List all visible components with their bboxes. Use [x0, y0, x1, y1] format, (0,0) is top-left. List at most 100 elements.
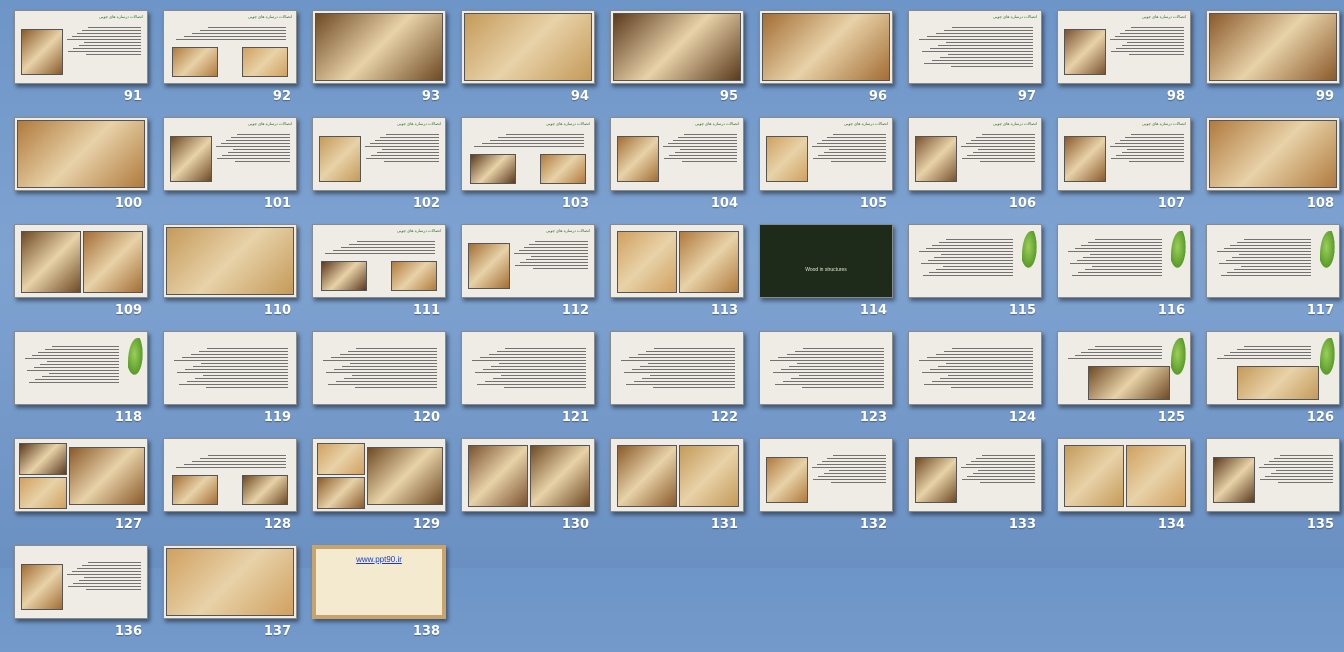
slide-preview[interactable] [610, 438, 744, 512]
slide-preview[interactable] [312, 438, 446, 512]
slide-preview[interactable]: اتصالات درسازه های چوبی [461, 224, 595, 298]
slide-preview[interactable] [312, 331, 446, 405]
slide-preview[interactable]: اتصالات درسازه های چوبی [312, 117, 446, 191]
slide-thumbnail-102[interactable]: اتصالات درسازه های چوبی 102 [312, 117, 448, 224]
slide-preview[interactable] [1057, 224, 1191, 298]
slide-preview[interactable] [14, 224, 148, 298]
slide-preview[interactable]: اتصالات درسازه های چوبی [908, 117, 1042, 191]
slide-image [1209, 13, 1337, 81]
slide-preview[interactable] [1206, 117, 1340, 191]
slide-thumbnail-123[interactable]: 123 [759, 331, 895, 438]
slide-thumbnail-110[interactable]: 110 [163, 224, 299, 331]
slide-preview[interactable]: اتصالات درسازه های چوبی [759, 117, 893, 191]
slide-thumbnail-133[interactable]: 133 [908, 438, 1044, 545]
slide-preview[interactable] [1057, 331, 1191, 405]
slide-thumbnail-137[interactable]: 137 [163, 545, 299, 652]
slide-thumbnail-118[interactable]: 118 [14, 331, 150, 438]
slide-thumbnail-94[interactable]: 94 [461, 10, 597, 117]
slide-preview[interactable] [163, 438, 297, 512]
slide-preview[interactable] [14, 331, 148, 405]
slide-preview[interactable] [14, 117, 148, 191]
slide-thumbnail-124[interactable]: 124 [908, 331, 1044, 438]
slide-preview[interactable]: اتصالات درسازه های چوبی [163, 117, 297, 191]
slide-thumbnail-122[interactable]: 122 [610, 331, 746, 438]
slide-preview[interactable] [163, 224, 297, 298]
slide-preview[interactable] [610, 224, 744, 298]
slide-thumbnail-115[interactable]: 115 [908, 224, 1044, 331]
slide-preview[interactable]: اتصالات درسازه های چوبی [610, 117, 744, 191]
slide-thumbnail-107[interactable]: اتصالات درسازه های چوبی 107 [1057, 117, 1193, 224]
slide-preview[interactable]: اتصالات درسازه های چوبی [312, 224, 446, 298]
slide-thumbnail-116[interactable]: 116 [1057, 224, 1193, 331]
slide-thumbnail-131[interactable]: 131 [610, 438, 746, 545]
website-link[interactable]: www.ppt90.ir [316, 555, 442, 564]
slide-thumbnail-120[interactable]: 120 [312, 331, 448, 438]
slide-preview[interactable] [461, 331, 595, 405]
slide-preview[interactable] [312, 10, 446, 84]
slide-thumbnail-100[interactable]: 100 [14, 117, 150, 224]
slide-thumbnail-126[interactable]: 126 [1206, 331, 1342, 438]
slide-thumbnail-111[interactable]: اتصالات درسازه های چوبی 111 [312, 224, 448, 331]
slide-thumbnail-113[interactable]: 113 [610, 224, 746, 331]
slide-thumbnail-104[interactable]: اتصالات درسازه های چوبی 104 [610, 117, 746, 224]
slide-preview[interactable]: اتصالات درسازه های چوبی [14, 10, 148, 84]
slide-preview[interactable] [461, 10, 595, 84]
slide-thumbnail-92[interactable]: اتصالات درسازه های چوبی 92 [163, 10, 299, 117]
slide-preview[interactable] [1206, 224, 1340, 298]
slide-thumbnail-129[interactable]: 129 [312, 438, 448, 545]
slide-preview[interactable] [1206, 438, 1340, 512]
slide-thumbnail-135[interactable]: 135 [1206, 438, 1342, 545]
slide-preview[interactable] [1206, 10, 1340, 84]
slide-thumbnail-134[interactable]: 134 [1057, 438, 1193, 545]
slide-thumbnail-108[interactable]: 108 [1206, 117, 1342, 224]
slide-thumbnail-127[interactable]: 127 [14, 438, 150, 545]
slide-preview[interactable] [759, 10, 893, 84]
slide-preview[interactable]: Wood in structures [759, 224, 893, 298]
slide-preview[interactable]: اتصالات درسازه های چوبی [1057, 117, 1191, 191]
slide-thumbnail-132[interactable]: 132 [759, 438, 895, 545]
slide-thumbnail-99[interactable]: 99 [1206, 10, 1342, 117]
slide-preview[interactable]: اتصالات درسازه های چوبی [163, 10, 297, 84]
slide-thumbnail-117[interactable]: 117 [1206, 224, 1342, 331]
slide-preview[interactable] [163, 545, 297, 619]
slide-thumbnail-98[interactable]: اتصالات درسازه های چوبی 98 [1057, 10, 1193, 117]
slide-thumbnail-97[interactable]: اتصالات درسازه های چوبی 97 [908, 10, 1044, 117]
slide-thumbnail-93[interactable]: 93 [312, 10, 448, 117]
slide-thumbnail-119[interactable]: 119 [163, 331, 299, 438]
slide-thumbnail-109[interactable]: 109 [14, 224, 150, 331]
slide-preview[interactable] [1057, 438, 1191, 512]
slide-thumbnail-95[interactable]: 95 [610, 10, 746, 117]
slide-thumbnail-136[interactable]: 136 [14, 545, 150, 652]
slide-thumbnail-112[interactable]: اتصالات درسازه های چوبی 112 [461, 224, 597, 331]
slide-thumbnail-103[interactable]: اتصالات درسازه های چوبی 103 [461, 117, 597, 224]
slide-preview[interactable] [610, 10, 744, 84]
slide-preview[interactable] [759, 331, 893, 405]
slide-thumbnail-138[interactable]: www.ppt90.ir 138 [312, 545, 448, 652]
slide-thumbnail-101[interactable]: اتصالات درسازه های چوبی 101 [163, 117, 299, 224]
slide-thumbnail-121[interactable]: 121 [461, 331, 597, 438]
slide-thumbnail-125[interactable]: 125 [1057, 331, 1193, 438]
slide-preview[interactable]: www.ppt90.ir [312, 545, 446, 619]
slide-thumbnail-105[interactable]: اتصالات درسازه های چوبی 105 [759, 117, 895, 224]
slide-thumbnail-96[interactable]: 96 [759, 10, 895, 117]
slide-preview[interactable] [461, 438, 595, 512]
slide-preview[interactable] [610, 331, 744, 405]
slide-sorter-grid: اتصالات درسازه های چوبی 91 اتصالات درسازه … [14, 10, 1342, 652]
slide-preview[interactable] [908, 224, 1042, 298]
slide-preview[interactable] [1206, 331, 1340, 405]
slide-thumbnail-114[interactable]: Wood in structures 114 [759, 224, 895, 331]
slide-preview[interactable]: اتصالات درسازه های چوبی [1057, 10, 1191, 84]
slide-preview[interactable] [14, 545, 148, 619]
slide-preview[interactable]: اتصالات درسازه های چوبی [461, 117, 595, 191]
slide-preview[interactable] [759, 438, 893, 512]
slide-preview[interactable] [14, 438, 148, 512]
slide-number: 105 [859, 196, 887, 211]
slide-preview[interactable] [908, 438, 1042, 512]
slide-thumbnail-130[interactable]: 130 [461, 438, 597, 545]
slide-thumbnail-128[interactable]: 128 [163, 438, 299, 545]
slide-preview[interactable] [163, 331, 297, 405]
slide-thumbnail-91[interactable]: اتصالات درسازه های چوبی 91 [14, 10, 150, 117]
slide-preview[interactable]: اتصالات درسازه های چوبی [908, 10, 1042, 84]
slide-preview[interactable] [908, 331, 1042, 405]
slide-thumbnail-106[interactable]: اتصالات درسازه های چوبی 106 [908, 117, 1044, 224]
